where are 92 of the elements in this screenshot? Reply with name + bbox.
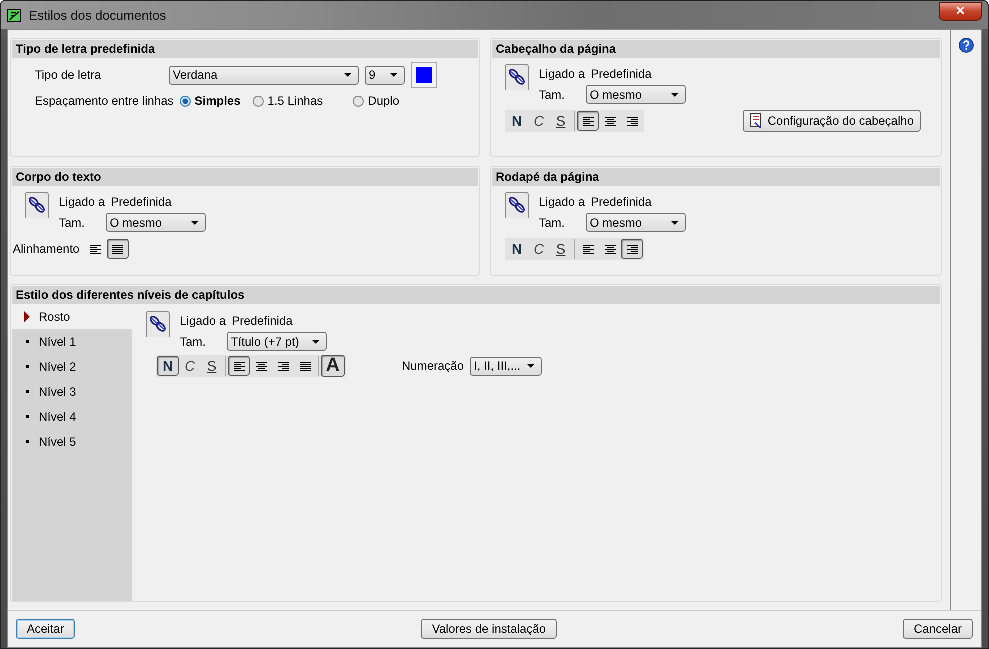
size-label: Tam. (539, 216, 566, 230)
dropdown[interactable]: Título (+7 pt) (227, 332, 327, 351)
chain-icon (28, 196, 46, 214)
linked-value: Predefinida (591, 195, 652, 209)
header-config-button[interactable]: Configuração do cabeçalho (742, 110, 921, 132)
chain-icon (149, 315, 167, 333)
numbering-label: Numeração (402, 359, 464, 373)
dropdown[interactable]: I, II, III,... (470, 356, 542, 376)
linked-label: Ligado a (59, 195, 106, 209)
radio-label: 1.5 Linhas (268, 94, 324, 108)
alignment-label: Alinhamento (13, 242, 80, 256)
caret-icon (390, 73, 398, 77)
triangle-icon (24, 310, 30, 322)
size-label: Tam. (59, 216, 86, 230)
bullet-icon (24, 415, 30, 418)
style-button[interactable]: S (201, 356, 223, 376)
caret-icon (191, 220, 199, 224)
link-button[interactable] (25, 192, 49, 218)
close-button[interactable]: ✕ (939, 2, 982, 20)
radio-label: Duplo (368, 94, 400, 108)
font-label: Tipo de letra (34, 68, 102, 82)
align-button[interactable] (228, 356, 250, 376)
link-button[interactable] (146, 311, 170, 337)
caret-icon (671, 220, 679, 224)
style-button[interactable]: C (528, 111, 550, 131)
align-button[interactable] (106, 239, 129, 259)
bullet-icon (24, 340, 30, 343)
align-button[interactable] (621, 239, 643, 259)
radio-label: Simples (194, 94, 241, 108)
style-button[interactable]: C (179, 356, 201, 376)
dropdown[interactable]: O mesmo (586, 85, 686, 104)
align-icon (300, 362, 310, 370)
radio-button[interactable] (353, 96, 364, 106)
align-icon (626, 244, 638, 254)
help-icon[interactable] (958, 38, 974, 53)
document-icon (750, 113, 764, 129)
bullet-icon (24, 365, 30, 368)
level-item[interactable]: Rosto (12, 304, 132, 329)
dropdown[interactable]: O mesmo (586, 213, 686, 232)
radio-button[interactable] (180, 96, 191, 106)
caps-button[interactable]: A (321, 355, 345, 377)
linked-value: Predefinida (111, 195, 172, 209)
align-icon (278, 362, 288, 370)
caret-icon (671, 92, 679, 96)
dropdown[interactable]: 9 (365, 66, 405, 84)
linked-value: Predefinida (591, 67, 652, 81)
align-icon (582, 244, 594, 254)
link-button[interactable] (505, 192, 529, 218)
app-icon (7, 7, 23, 23)
align-icon (582, 116, 594, 126)
chain-icon (508, 68, 526, 86)
panel-title: Corpo do texto (12, 168, 478, 186)
align-icon (604, 116, 616, 126)
size-label: Tam. (180, 334, 208, 348)
panel-title: Estilo dos diferentes níveis de capítulos (12, 286, 940, 304)
linked-label: Ligado a (539, 67, 586, 81)
style-button[interactable]: N (506, 239, 528, 259)
bullet-icon (24, 390, 30, 393)
defaults-button[interactable]: Valores de instalação (421, 619, 558, 639)
style-button[interactable]: C (528, 239, 550, 259)
style-button[interactable]: N (157, 356, 179, 376)
radio-button[interactable] (252, 96, 264, 106)
color-button[interactable] (411, 62, 437, 88)
align-icon (256, 362, 266, 370)
style-button[interactable]: S (550, 239, 572, 259)
bullet-icon (24, 440, 30, 443)
spacing-label: Espaçamento entre linhas (34, 94, 174, 108)
linked-label: Ligado a (180, 314, 226, 328)
dropdown[interactable]: O mesmo (106, 213, 206, 232)
caret-icon (312, 340, 320, 344)
panel-title: Tipo de letra predefinida (12, 40, 478, 58)
caret-icon (344, 73, 352, 77)
accept-button[interactable]: Aceitar (16, 619, 76, 639)
dropdown[interactable]: Verdana (169, 66, 359, 84)
size-label: Tam. (539, 88, 566, 102)
style-button[interactable]: S (550, 111, 572, 131)
align-icon (234, 362, 244, 370)
align-icon (626, 116, 638, 126)
linked-label: Ligado a (539, 195, 586, 209)
panel-title: Cabeçalho da página (492, 40, 940, 58)
align-icon (112, 244, 124, 254)
align-icon (90, 244, 102, 254)
window-title: Estilos dos documentos (29, 8, 168, 22)
caret-icon (527, 364, 536, 368)
chain-icon (508, 196, 526, 214)
linked-value: Predefinida (232, 314, 293, 328)
align-icon (604, 244, 616, 254)
style-button[interactable]: N (506, 111, 528, 131)
panel-title: Rodapé da página (492, 168, 940, 186)
align-button[interactable] (577, 111, 599, 131)
cancel-button[interactable]: Cancelar (902, 619, 973, 639)
link-button[interactable] (505, 64, 529, 90)
